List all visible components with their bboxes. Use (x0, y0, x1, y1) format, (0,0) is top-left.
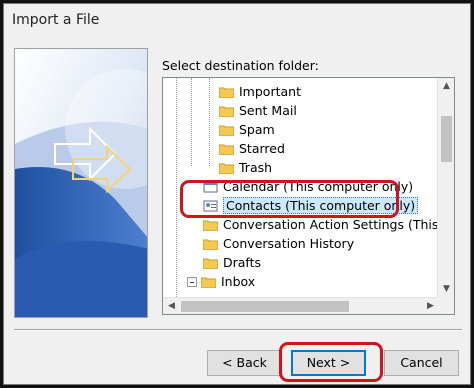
folder-icon (219, 87, 234, 98)
tree-item-label: Important (239, 84, 301, 99)
calendar-icon (203, 181, 218, 192)
folder-icon (219, 106, 234, 117)
cancel-button[interactable]: Cancel (384, 350, 459, 376)
tree-item-label: Calendar (This computer only) (223, 179, 414, 194)
tree-item-starred[interactable]: Starred (219, 139, 285, 158)
horizontal-scroll-thumb[interactable] (181, 301, 349, 312)
scroll-up-arrow-icon[interactable]: ▲ (438, 78, 454, 95)
tree-item-inbox[interactable]: Inbox (187, 272, 255, 291)
tree-item-label: Inbox (221, 274, 256, 289)
scroll-left-arrow-icon[interactable]: ◀ (163, 298, 180, 314)
folder-icon (203, 258, 218, 269)
tree-item-conversation-history[interactable]: Conversation History (203, 234, 354, 253)
folder-tree-content: Important Sent Mail Spam Starred Trash C… (163, 78, 439, 298)
destination-folder-label: Select destination folder: (162, 58, 319, 73)
tree-item-label: Contacts (This computer only) (223, 197, 419, 214)
tree-item-drafts[interactable]: Drafts (203, 253, 261, 272)
tree-guide-line (176, 78, 177, 297)
folder-icon (219, 125, 234, 136)
vertical-scroll-thumb[interactable] (441, 116, 452, 162)
tree-item-label: Starred (239, 141, 285, 156)
contacts-icon (203, 200, 218, 211)
tree-item-contacts[interactable]: Contacts (This computer only) (203, 196, 419, 215)
tree-item-label: Conversation Action Settings (This com (223, 217, 439, 232)
dialog-separator (14, 329, 462, 331)
folder-icon (203, 220, 218, 231)
tree-guide-line (209, 78, 210, 166)
folder-tree[interactable]: Important Sent Mail Spam Starred Trash C… (162, 77, 455, 315)
tree-item-label: Sent Mail (239, 103, 297, 118)
tree-guide-line (191, 78, 192, 166)
wizard-illustration (14, 48, 148, 318)
dialog-title: Import a File (12, 12, 100, 28)
back-button[interactable]: < Back (207, 350, 282, 376)
tree-item-calendar[interactable]: Calendar (This computer only) (203, 177, 413, 196)
folder-icon (219, 163, 234, 174)
tree-item-trash[interactable]: Trash (219, 158, 272, 177)
import-file-dialog: Import a File Select destination folder:… (3, 3, 471, 385)
collapse-toggle-icon[interactable] (187, 276, 197, 287)
folder-icon (219, 144, 234, 155)
tree-item-important[interactable]: Important (219, 82, 301, 101)
tree-item-label: Conversation History (223, 236, 355, 251)
folder-icon (203, 239, 218, 250)
horizontal-scrollbar[interactable]: ◀ ▶ (163, 297, 439, 314)
tree-item-spam[interactable]: Spam (219, 120, 275, 139)
tree-item-label: Drafts (223, 255, 262, 270)
scroll-down-arrow-icon[interactable]: ▼ (438, 281, 454, 298)
tree-item-label: Trash (239, 160, 273, 175)
vertical-scrollbar[interactable]: ▲ ▼ (437, 78, 454, 298)
tree-item-conversation-action-settings[interactable]: Conversation Action Settings (This com (203, 215, 439, 234)
folder-icon (201, 277, 216, 288)
tree-item-label: Spam (239, 122, 275, 137)
tree-item-sent-mail[interactable]: Sent Mail (219, 101, 297, 120)
next-button[interactable]: Next > (291, 350, 366, 376)
scrollbar-corner (437, 297, 454, 314)
